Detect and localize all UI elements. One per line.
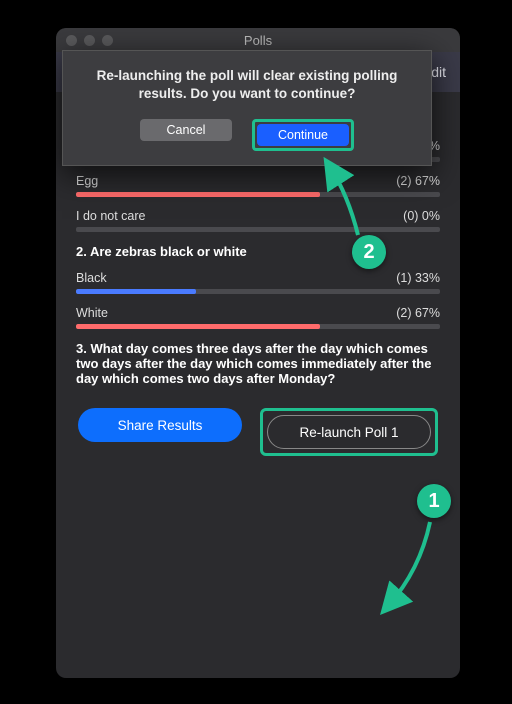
bar-track [76, 192, 440, 197]
bar-track [76, 289, 440, 294]
poll-option: Egg (2) 67% [76, 174, 440, 197]
bar-fill [76, 289, 196, 294]
poll-option: I do not care (0) 0% [76, 209, 440, 232]
option-label: Black [76, 271, 107, 285]
option-stat: (2) 67% [396, 306, 440, 320]
dialog-message: Re-launching the poll will clear existin… [85, 67, 409, 103]
relaunch-poll-button[interactable]: Re-launch Poll 1 [267, 415, 431, 449]
confirm-dialog: Re-launching the poll will clear existin… [62, 50, 432, 166]
option-stat: (1) 33% [396, 271, 440, 285]
titlebar: Polls [56, 28, 460, 52]
question-title: 3. What day comes three days after the d… [76, 341, 440, 386]
dialog-buttons: Cancel Continue [85, 119, 409, 151]
cancel-button[interactable]: Cancel [140, 119, 232, 141]
option-label: Egg [76, 174, 98, 188]
continue-highlight: Continue [252, 119, 354, 151]
poll-option: Black (1) 33% [76, 271, 440, 294]
continue-button[interactable]: Continue [257, 124, 349, 146]
action-row: Share Results Re-launch Poll 1 [76, 408, 440, 456]
option-label: White [76, 306, 108, 320]
bar-track [76, 324, 440, 329]
step-badge-2: 2 [352, 235, 386, 269]
option-label: I do not care [76, 209, 146, 223]
relaunch-highlight: Re-launch Poll 1 [260, 408, 438, 456]
bar-fill [76, 324, 320, 329]
option-stat: (0) 0% [403, 209, 440, 223]
poll-option: White (2) 67% [76, 306, 440, 329]
header-right[interactable]: dit [431, 64, 446, 80]
step-badge-1: 1 [417, 484, 451, 518]
window-controls[interactable] [66, 35, 113, 46]
option-stat: (2) 67% [396, 174, 440, 188]
window-title: Polls [56, 33, 460, 48]
bar-track [76, 227, 440, 232]
share-results-button[interactable]: Share Results [78, 408, 242, 442]
min-dot[interactable] [84, 35, 95, 46]
bar-fill [76, 192, 320, 197]
close-dot[interactable] [66, 35, 77, 46]
max-dot[interactable] [102, 35, 113, 46]
